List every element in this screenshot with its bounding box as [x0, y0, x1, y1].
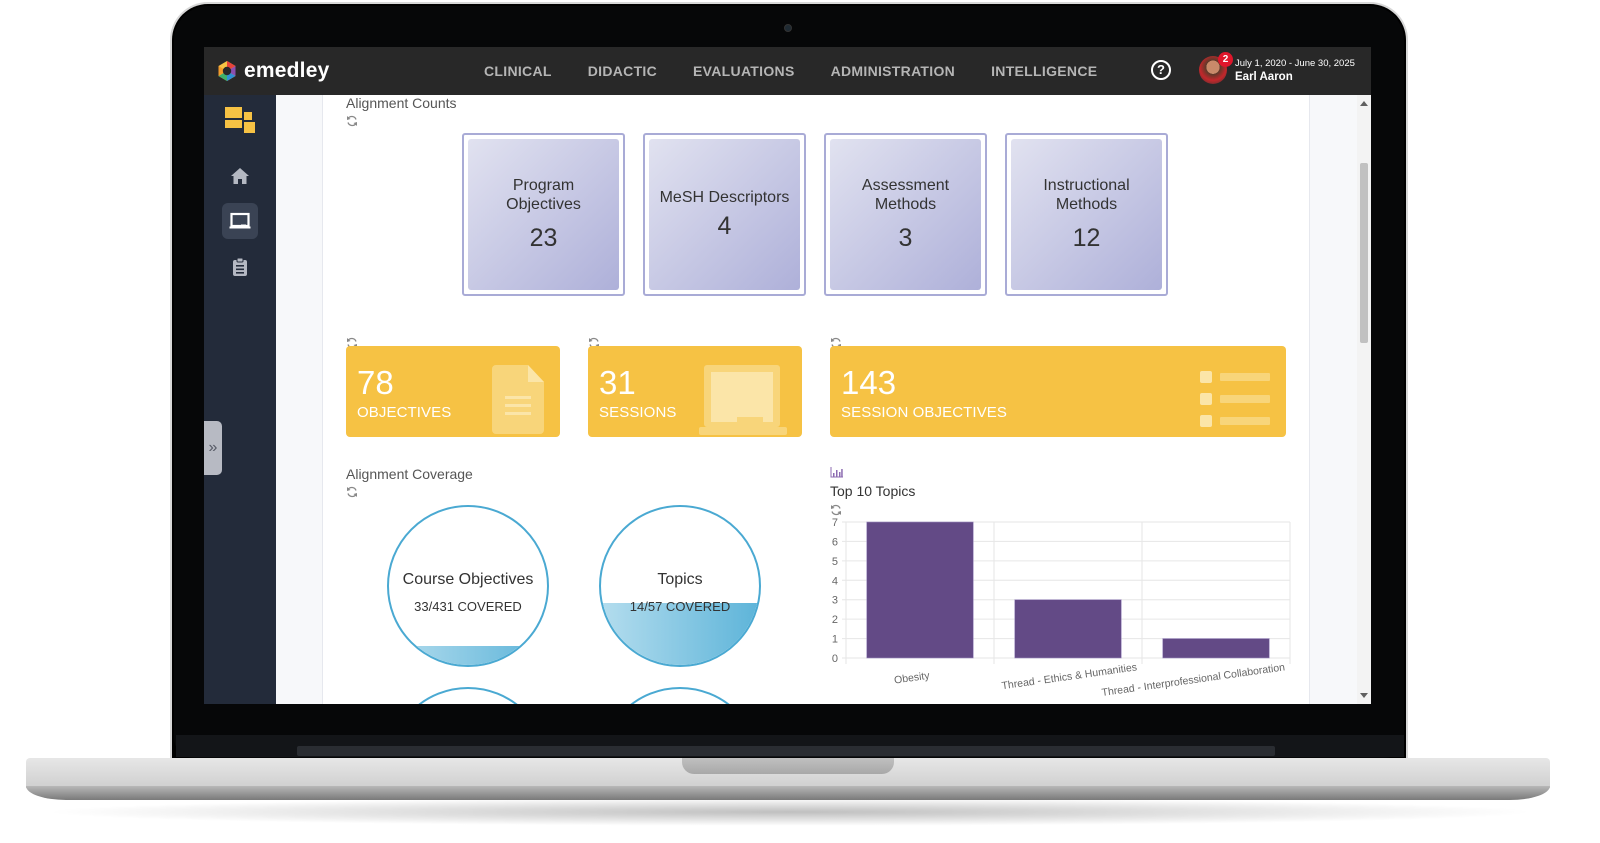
- count-card-instructional-methods[interactable]: Instructional Methods 12: [1005, 133, 1168, 296]
- count-card-program-objectives[interactable]: Program Objectives 23: [462, 133, 625, 296]
- stat-label: SESSIONS: [599, 404, 677, 421]
- nav-intelligence[interactable]: INTELLIGENCE: [991, 63, 1097, 79]
- chart-title: Top 10 Topics: [830, 483, 916, 499]
- stat-sessions[interactable]: 31 SESSIONS: [588, 346, 802, 437]
- top-topics-chart: 01234567Obesity Thread - Ethics & Humanit…: [832, 517, 1291, 699]
- vertical-scrollbar[interactable]: [1357, 95, 1371, 704]
- y-tick-label: 1: [832, 634, 838, 646]
- notification-badge[interactable]: 2: [1218, 52, 1233, 67]
- laptop-shadow: [40, 798, 1540, 826]
- stat-objectives[interactable]: 78 OBJECTIVES: [346, 346, 560, 437]
- emedley-logo-icon: [218, 61, 236, 81]
- stat-value: 78: [357, 364, 394, 401]
- sidebar-item-home[interactable]: [222, 158, 258, 194]
- y-tick-label: 4: [832, 575, 838, 587]
- y-tick-label: 3: [832, 595, 838, 607]
- brand-name: emedley: [244, 59, 330, 82]
- laptop-notch: [682, 758, 894, 774]
- count-label: MeSH Descriptors: [659, 189, 790, 206]
- stat-label: SESSION OBJECTIVES: [841, 404, 1008, 421]
- user-name: Earl Aaron: [1235, 70, 1293, 83]
- academic-year-range: July 1, 2020 - June 30, 2025: [1235, 57, 1355, 69]
- main-nav: CLINICAL DIDACTIC EVALUATIONS ADMINISTRA…: [484, 47, 1097, 95]
- scroll-thumb[interactable]: [1360, 163, 1368, 343]
- count-label: Assessment Methods: [861, 177, 950, 213]
- dashboard-icon[interactable]: [225, 107, 255, 133]
- home-icon: [231, 168, 249, 184]
- refresh-icon[interactable]: [346, 486, 358, 498]
- count-label: Instructional Methods: [1043, 177, 1130, 213]
- top-navbar: emedley CLINICAL DIDACTIC EVALUATIONS AD…: [204, 47, 1371, 95]
- sidebar: »: [204, 95, 276, 704]
- stat-value: 143: [841, 364, 897, 401]
- y-tick-label: 5: [832, 556, 838, 568]
- laptop-base-edge: [26, 786, 1550, 800]
- nav-administration[interactable]: ADMINISTRATION: [831, 63, 956, 79]
- scroll-up-arrow[interactable]: [1360, 101, 1368, 106]
- stat-label: OBJECTIVES: [357, 404, 452, 421]
- nav-clinical[interactable]: CLINICAL: [484, 63, 552, 79]
- user-menu[interactable]: 2 July 1, 2020 - June 30, 2025 Earl Aaro…: [1199, 52, 1355, 84]
- y-tick-label: 2: [832, 614, 838, 626]
- sidebar-item-didactic[interactable]: [222, 203, 258, 239]
- coverage-course-objectives[interactable]: Course Objectives 33/431 COVERED: [387, 505, 549, 667]
- count-value: 23: [529, 224, 558, 252]
- chalkboard-icon: [699, 365, 787, 435]
- laptop-mockup: emedley CLINICAL DIDACTIC EVALUATIONS AD…: [0, 0, 1600, 843]
- document-icon: [492, 365, 544, 434]
- y-tick-label: 6: [832, 536, 838, 548]
- avatar[interactable]: 2: [1199, 52, 1233, 84]
- count-label: Program Objectives: [506, 177, 581, 213]
- scroll-down-arrow[interactable]: [1360, 693, 1368, 698]
- camera: [784, 24, 792, 32]
- y-tick-label: 0: [832, 653, 838, 665]
- chalkboard-icon: [229, 212, 251, 229]
- help-icon[interactable]: ?: [1151, 60, 1171, 80]
- bar: [1162, 638, 1270, 659]
- nav-didactic[interactable]: DIDACTIC: [588, 63, 657, 79]
- screen: emedley CLINICAL DIDACTIC EVALUATIONS AD…: [204, 47, 1371, 704]
- brand-logo[interactable]: emedley: [216, 59, 329, 83]
- refresh-icon[interactable]: [346, 115, 358, 127]
- bar: [866, 521, 974, 659]
- x-tick-label: Obesity: [893, 670, 931, 687]
- stat-session-objectives[interactable]: 143 SESSION OBJECTIVES: [830, 346, 1286, 437]
- count-card-assessment-methods[interactable]: Assessment Methods 3: [824, 133, 987, 296]
- coverage-title: Course Objectives: [402, 571, 534, 588]
- nav-evaluations[interactable]: EVALUATIONS: [693, 63, 795, 79]
- count-card-mesh-descriptors[interactable]: MeSH Descriptors 4: [643, 133, 806, 296]
- coverage-count: 33/431 COVERED: [414, 599, 522, 614]
- count-value: 12: [1072, 224, 1101, 252]
- count-value: 4: [717, 212, 732, 240]
- coverage-fill: [389, 646, 547, 665]
- clipboard-icon: [233, 257, 247, 276]
- hinge: [297, 746, 1275, 756]
- alignment-coverage-title: Alignment Coverage: [346, 466, 473, 482]
- bar-chart-icon[interactable]: [830, 467, 844, 478]
- list-icon: [1200, 371, 1270, 427]
- coverage-title: Topics: [657, 571, 703, 588]
- count-value: 3: [898, 224, 913, 252]
- coverage-count: 14/57 COVERED: [629, 599, 731, 614]
- coverage-topics[interactable]: Topics 14/57 COVERED: [599, 505, 761, 667]
- y-tick-label: 7: [832, 517, 838, 529]
- sidebar-expand-button[interactable]: »: [204, 421, 222, 475]
- sidebar-item-evaluations[interactable]: [222, 249, 258, 285]
- bar: [1014, 599, 1122, 659]
- alignment-counts-title: Alignment Counts: [346, 95, 457, 111]
- stat-value: 31: [599, 364, 636, 401]
